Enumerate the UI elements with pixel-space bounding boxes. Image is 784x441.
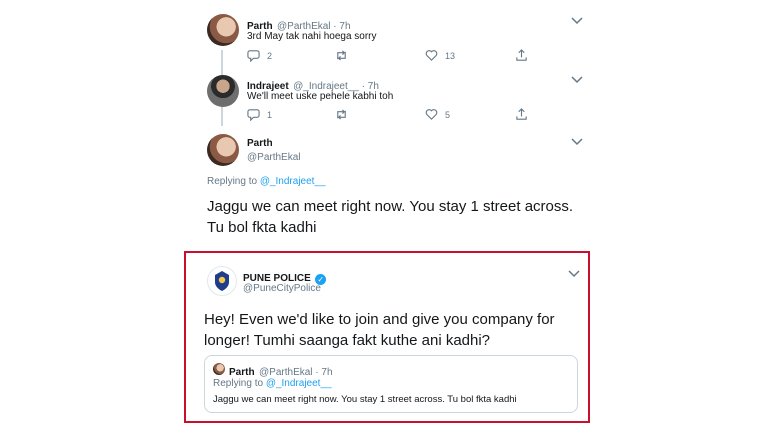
pune-police-logo[interactable] — [207, 266, 237, 296]
avatar[interactable] — [207, 14, 239, 46]
author-name[interactable]: Parth — [247, 138, 273, 149]
avatar[interactable] — [207, 134, 239, 166]
reply-icon — [247, 50, 260, 62]
retweet-icon — [337, 50, 346, 61]
replying-to-link[interactable]: @_Indrajeet__ — [260, 176, 326, 187]
quoted-tweet[interactable]: Parth @ParthEkal · 7h Replying to @_Indr… — [204, 355, 578, 413]
tweet-actions: 1 5 — [247, 108, 547, 124]
replying-to: Replying to @_Indrajeet__ — [207, 176, 326, 187]
reply-icon — [247, 109, 260, 121]
quoted-author-name: Parth — [229, 367, 255, 378]
quoted-text: Jaggu we can meet right now. You stay 1 … — [213, 394, 517, 405]
author-handle[interactable]: @ParthEkal — [247, 152, 301, 163]
retweet-button[interactable] — [335, 108, 355, 121]
tweet-text: Hey! Even we'd like to join and give you… — [204, 311, 555, 349]
like-count: 13 — [445, 50, 456, 61]
chevron-down-icon[interactable] — [571, 76, 583, 84]
tweet-actions: 2 13 — [247, 49, 547, 65]
share-button[interactable] — [515, 49, 528, 62]
tweet-text: We'll meet uske pehele kabhi toh — [247, 91, 394, 102]
tweet-text: Jaggu we can meet right now. You stay 1 … — [207, 198, 574, 236]
chevron-down-icon[interactable] — [571, 138, 583, 146]
retweet-icon — [337, 109, 346, 120]
author-handle[interactable]: @PuneCityPolice — [243, 283, 321, 294]
badge-icon — [215, 271, 229, 291]
reply-button[interactable]: 1 — [247, 108, 272, 121]
share-icon — [516, 49, 527, 61]
avatar[interactable] — [207, 75, 239, 107]
like-count: 5 — [445, 109, 451, 120]
like-button[interactable]: 5 — [425, 108, 450, 121]
share-icon — [516, 108, 527, 120]
reply-count: 2 — [267, 50, 273, 61]
heart-icon — [425, 109, 438, 120]
reply-button[interactable]: 2 — [247, 49, 272, 62]
avatar — [213, 363, 225, 375]
heart-icon — [425, 50, 438, 61]
chevron-down-icon[interactable] — [568, 270, 580, 278]
share-button[interactable] — [515, 108, 528, 121]
tweet-text: 3rd May tak nahi hoega sorry — [247, 31, 377, 42]
retweet-button[interactable] — [335, 49, 355, 62]
quoted-author-handle: @ParthEkal · 7h — [259, 367, 333, 378]
like-button[interactable]: 13 — [425, 49, 455, 62]
chevron-down-icon[interactable] — [571, 17, 583, 25]
reply-count: 1 — [267, 109, 273, 120]
quoted-replying-to: Replying to @_Indrajeet__ — [213, 378, 332, 389]
